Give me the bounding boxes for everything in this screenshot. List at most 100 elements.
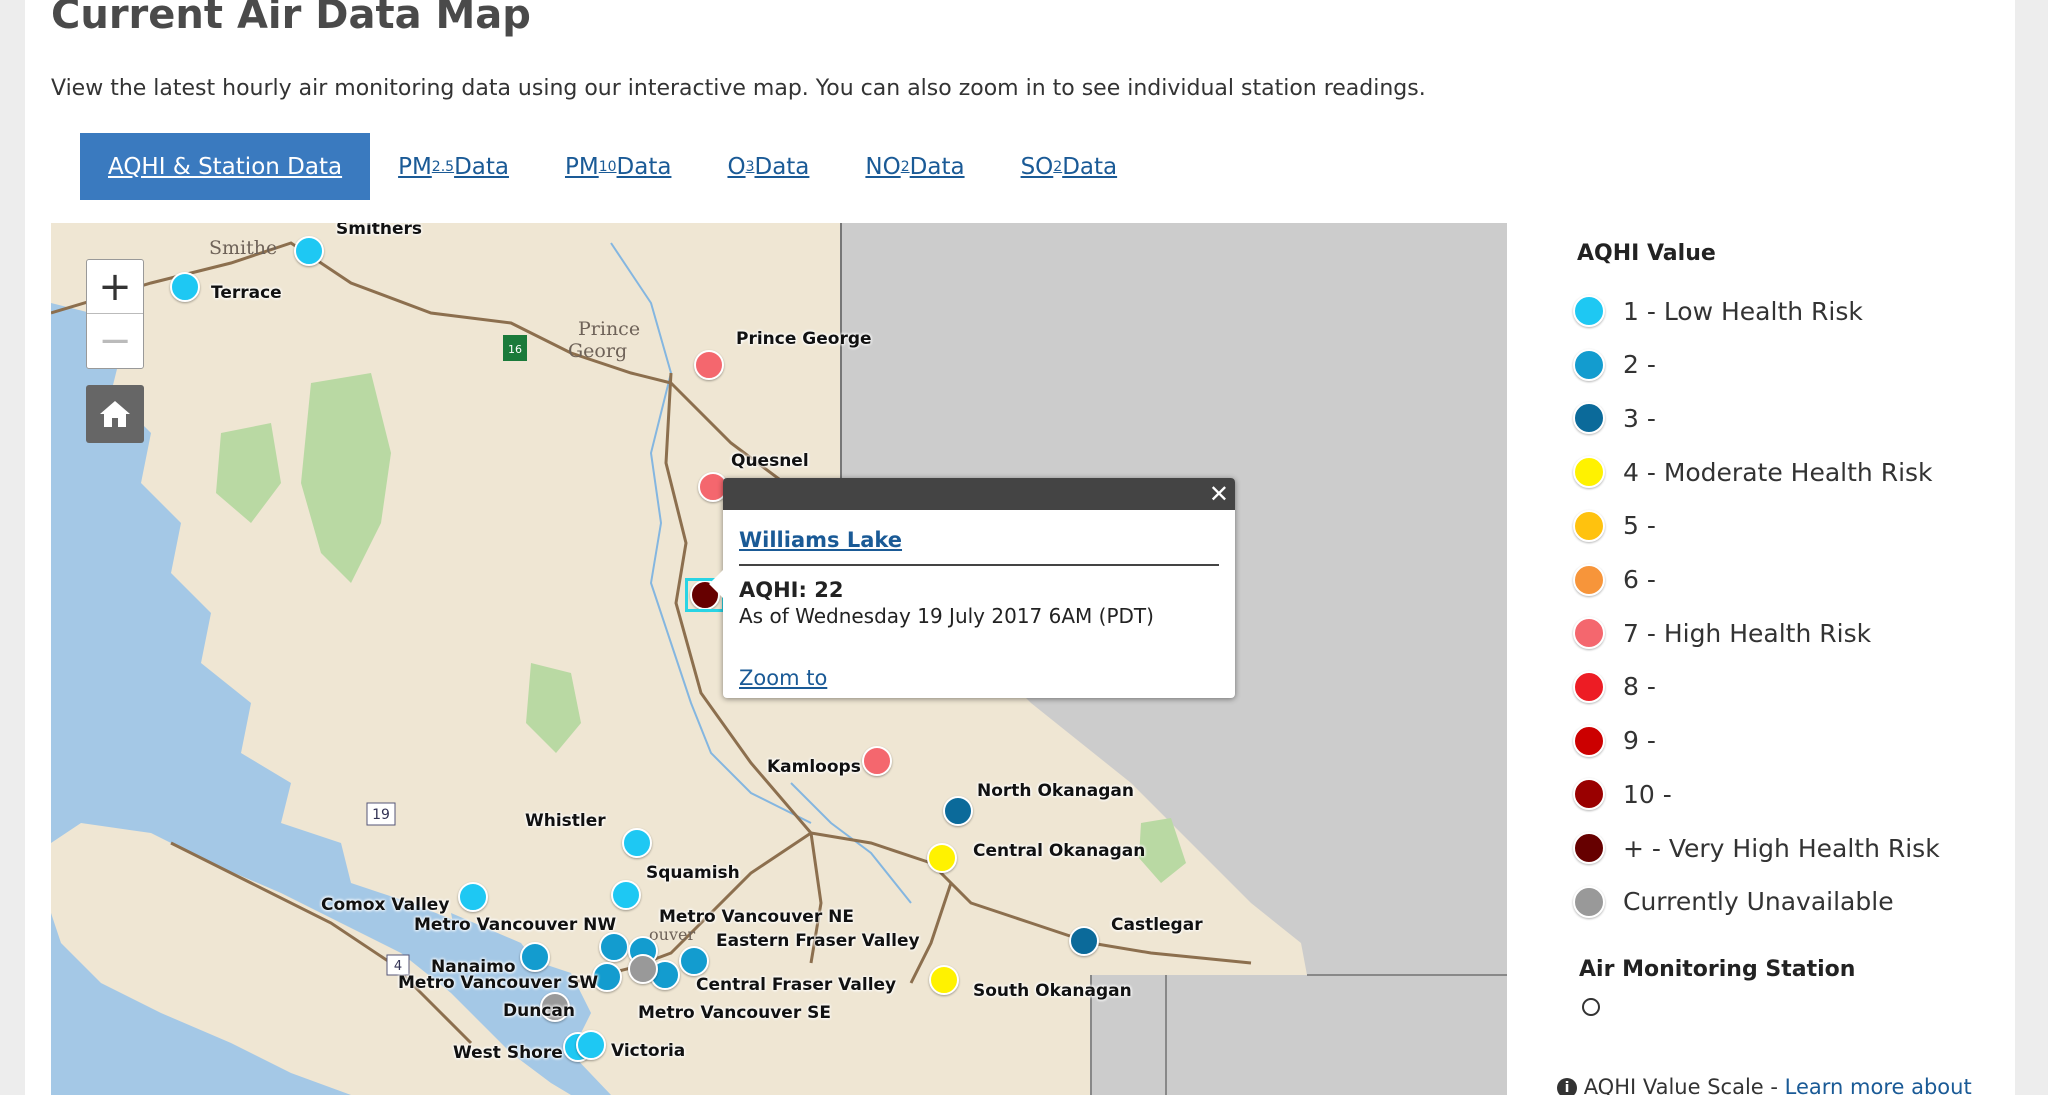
town-label-georg: Georg [568, 340, 628, 362]
station-label-north-okanagan: North Okanagan [977, 781, 1134, 801]
station-label-castlegar: Castlegar [1111, 915, 1203, 935]
legend-swatch [1573, 617, 1605, 650]
legend-label: 5 - [1623, 511, 1656, 541]
station-label-smithers: Smithers [336, 223, 423, 239]
info-icon: i [1557, 1078, 1577, 1095]
legend-item: + - Very High Health Risk [1573, 830, 1940, 866]
legend-swatch [1573, 348, 1605, 381]
station-label-central-okanagan: Central Okanagan [973, 841, 1146, 861]
legend-swatch [1573, 456, 1605, 489]
legend-swatch [1573, 778, 1605, 811]
legend-item: 4 - Moderate Health Risk [1573, 454, 1933, 490]
station-marker-nanaimo[interactable] [520, 942, 550, 972]
station-marker-metro-vancouver-se[interactable] [628, 954, 658, 984]
station-marker-whistler[interactable] [622, 828, 652, 858]
legend-label: 1 - Low Health Risk [1623, 296, 1863, 326]
home-button[interactable] [86, 385, 144, 443]
legend-label: 10 - [1623, 779, 1672, 809]
station-popup: ✕ Williams Lake AQHI: 22 As of Wednesday… [709, 478, 1235, 698]
monitoring-station-title: Air Monitoring Station [1579, 957, 1856, 982]
station-marker-comox-valley[interactable] [458, 882, 488, 912]
legend-label: 4 - Moderate Health Risk [1623, 457, 1933, 487]
station-marker-terrace[interactable] [170, 272, 200, 302]
tab-pm25-data[interactable]: PM 2.5 Data [370, 133, 537, 200]
legend-swatch [1573, 295, 1605, 327]
town-label-prince: Prince [578, 318, 641, 340]
legend-item: 8 - [1573, 669, 1656, 705]
home-icon [100, 401, 130, 427]
legend-swatch [1573, 509, 1605, 542]
tab-o3-data[interactable]: O3 Data [699, 133, 837, 200]
station-marker-kamloops[interactable] [862, 746, 892, 776]
popup-divider [739, 564, 1219, 566]
air-data-map[interactable]: 16 19 4 Smithe Prince Georg ouver + − Sm… [51, 223, 1507, 1095]
legend-label: 7 - High Health Risk [1623, 618, 1872, 648]
town-label-smithe: Smithe [209, 237, 278, 259]
zoom-in-button[interactable]: + [87, 260, 143, 313]
station-label-squamish: Squamish [646, 863, 740, 883]
legend-label: 6 - [1623, 565, 1656, 594]
tab-no2-data[interactable]: NO 2 Data [837, 133, 992, 200]
legend-label: 2 - [1623, 350, 1656, 380]
station-marker-squamish[interactable] [611, 880, 641, 910]
legend-title: AQHI Value [1577, 241, 1716, 266]
tab-so2-data[interactable]: SO 2 Data [993, 133, 1146, 200]
legend-item: 6 - [1573, 562, 1656, 598]
legend-label: Currently Unavailable [1623, 887, 1894, 917]
station-marker-south-okanagan[interactable] [929, 965, 959, 995]
legend-swatch [1573, 885, 1605, 918]
legend-item: 1 - Low Health Risk [1573, 293, 1863, 329]
learn-more-link[interactable]: Learn more about [1785, 1075, 1972, 1095]
station-label-victoria: Victoria [611, 1041, 686, 1061]
station-label-quesnel: Quesnel [731, 451, 809, 471]
svg-text:19: 19 [372, 807, 390, 823]
station-marker-eastern-fraser-valley[interactable] [679, 946, 709, 976]
popup-pointer [709, 570, 723, 598]
legend-swatch [1573, 563, 1605, 596]
station-marker-smithers[interactable] [294, 236, 324, 266]
aqhi-legend: AQHI Value 1 - Low Health Risk 2 - 3 - 4 - … [1535, 223, 1995, 1095]
popup-station-link[interactable]: Williams Lake [739, 528, 902, 552]
svg-text:16: 16 [508, 343, 522, 356]
station-label-metro-vancouver-sw: Metro Vancouver SW [398, 973, 599, 993]
station-label-duncan: Duncan [503, 1001, 575, 1021]
station-marker-prince-george[interactable] [694, 350, 724, 380]
page-intro: View the latest hourly air monitoring da… [51, 76, 1426, 101]
station-marker-castlegar[interactable] [1069, 926, 1099, 956]
station-label-metro-vancouver-se: Metro Vancouver SE [638, 1003, 831, 1023]
aqhi-scale-note: i AQHI Value Scale - Learn more about [1557, 1075, 1972, 1095]
station-label-terrace: Terrace [211, 283, 282, 303]
station-label-prince-george: Prince George [736, 329, 872, 349]
legend-item: 5 - [1573, 508, 1656, 544]
popup-zoom-to-link[interactable]: Zoom to [739, 666, 827, 690]
svg-text:4: 4 [394, 959, 402, 974]
legend-swatch [1573, 832, 1605, 864]
legend-swatch [1573, 402, 1605, 435]
station-label-central-fraser-valley: Central Fraser Valley [696, 975, 897, 995]
zoom-out-button[interactable]: − [87, 313, 143, 367]
legend-item: 2 - [1573, 347, 1656, 383]
legend-item: 3 - [1573, 400, 1656, 436]
station-label-whistler: Whistler [525, 811, 606, 831]
monitoring-station-icon [1582, 998, 1600, 1016]
legend-item: 10 - [1573, 776, 1672, 812]
station-label-west-shore: West Shore [453, 1043, 563, 1063]
station-marker-central-okanagan[interactable] [927, 843, 957, 873]
station-label-eastern-fraser-valley: Eastern Fraser Valley [716, 931, 920, 951]
legend-swatch [1573, 670, 1605, 703]
tab-aqhi-station-data[interactable]: AQHI & Station Data [80, 133, 371, 200]
legend-label: 8 - [1623, 672, 1656, 702]
page: Current Air Data Map View the latest hou… [25, 0, 2015, 1095]
page-title: Current Air Data Map [51, 0, 531, 38]
legend-item: 9 - [1573, 723, 1656, 759]
station-marker-north-okanagan[interactable] [943, 796, 973, 826]
legend-item: Currently Unavailable [1573, 884, 1894, 920]
legend-item: 7 - High Health Risk [1573, 615, 1871, 651]
tab-pm10-data[interactable]: PM 10 Data [537, 133, 699, 200]
station-marker-metro-vancouver-nw[interactable] [599, 932, 629, 962]
zoom-control: + − [86, 259, 144, 369]
station-marker-victoria[interactable] [576, 1030, 606, 1060]
data-tabs: AQHI & Station Data PM 2.5 Data PM 10 Data… [80, 133, 1145, 200]
close-icon[interactable]: ✕ [1209, 480, 1229, 508]
popup-header: ✕ [723, 478, 1235, 510]
